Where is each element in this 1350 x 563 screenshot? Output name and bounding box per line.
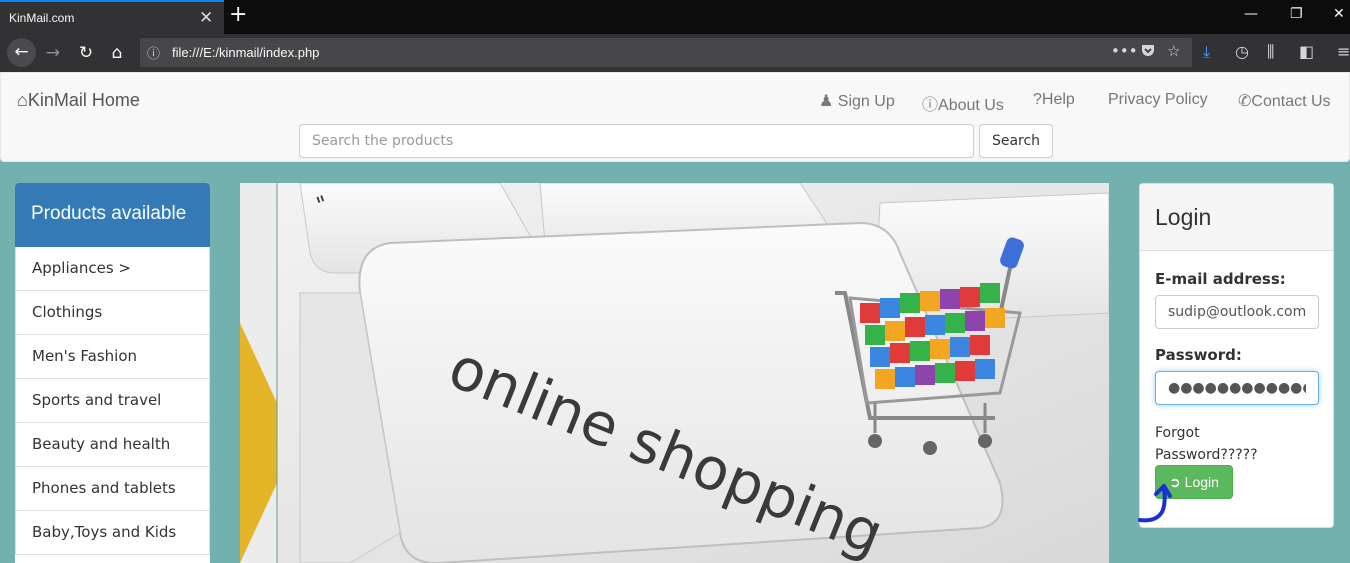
home-icon[interactable]: ⌂ (104, 40, 130, 66)
nav-contact-label: Contact Us (1251, 93, 1331, 110)
online-shopping-illustration: " online shopping (240, 183, 1109, 563)
home-icon: ⌂ (17, 90, 28, 110)
info-icon[interactable]: ⓘ (147, 43, 160, 62)
annotation-arrow-icon (1138, 484, 1172, 523)
category-item[interactable]: Appliances > (15, 247, 210, 291)
more-icon[interactable]: ••• (1111, 42, 1138, 60)
close-tab-icon[interactable]: ✕ (199, 8, 213, 28)
nav-contact[interactable]: ✆Contact Us (1238, 91, 1331, 111)
reload-icon[interactable]: ↻ (73, 40, 99, 66)
minimize-icon[interactable]: — (1244, 6, 1258, 22)
close-window-icon[interactable]: ✕ (1333, 6, 1345, 22)
email-field[interactable] (1155, 295, 1319, 329)
tab-title: KinMail.com (9, 11, 75, 25)
nav-help-label: Help (1041, 91, 1075, 108)
nav-signup-label: Sign Up (837, 93, 895, 110)
search-button[interactable]: Search (979, 124, 1053, 158)
back-icon[interactable]: ← (7, 38, 36, 67)
login-title: Login (1140, 184, 1333, 251)
library-icon[interactable]: ⫼ (1267, 42, 1274, 62)
phone-icon: ✆ (1238, 93, 1252, 110)
categories-title: Products available (15, 183, 210, 247)
nav-help[interactable]: ?Help (1033, 91, 1075, 109)
site-navbar: ⌂KinMail Home ♟ Sign Up ⓘAbout Us ?Help … (0, 72, 1350, 162)
brand-text: KinMail Home (27, 90, 140, 110)
browser-tab[interactable]: KinMail.com ✕ (0, 0, 224, 34)
category-item[interactable]: Sports and travel (15, 379, 210, 423)
nav-signup[interactable]: ♟ Sign Up (819, 91, 895, 111)
login-panel: Login E-mail address: Password: Forgot P… (1139, 183, 1334, 528)
password-field[interactable] (1155, 371, 1319, 405)
category-item[interactable]: Men's Fashion (15, 335, 210, 379)
browser-tab-bar: KinMail.com ✕ + — ❐ ✕ (0, 0, 1350, 34)
category-item[interactable]: Phones and tablets (15, 467, 210, 511)
history-icon[interactable]: ◷ (1235, 42, 1249, 61)
nav-about[interactable]: ⓘAbout Us (922, 91, 1004, 115)
category-item[interactable]: Beauty and health (15, 423, 210, 467)
forward-icon[interactable]: → (40, 40, 66, 66)
bookmark-star-icon[interactable]: ☆ (1167, 42, 1180, 60)
restore-icon[interactable]: ❐ (1290, 6, 1303, 22)
browser-toolbar: ← → ↻ ⌂ ⓘ file:///E:/kinmail/index.php •… (0, 34, 1350, 72)
category-item[interactable]: Clothings (15, 291, 210, 335)
url-bar[interactable]: ⓘ file:///E:/kinmail/index.php ••• ☆ (140, 38, 1192, 67)
category-item[interactable]: Baby,Toys and Kids (15, 511, 210, 555)
new-tab-icon[interactable]: + (229, 2, 247, 27)
sidebar-icon[interactable]: ◧ (1299, 42, 1314, 61)
nav-about-label: About Us (938, 97, 1004, 114)
password-label: Password: (1155, 346, 1242, 364)
email-label: E-mail address: (1155, 270, 1286, 288)
info-circle-icon: ⓘ (922, 97, 939, 114)
user-icon: ♟ (819, 93, 834, 110)
question-circle-icon: ? (1033, 91, 1042, 108)
forgot-password-link[interactable]: Forgot Password????? (1155, 422, 1305, 466)
search-input[interactable] (299, 124, 974, 158)
banner-image: " online shopping (240, 183, 1109, 563)
nav-privacy[interactable]: Privacy Policy (1108, 91, 1208, 109)
categories-panel: Products available Appliances > Clothing… (15, 183, 210, 563)
login-button-label: Login (1184, 473, 1219, 490)
url-text[interactable]: file:///E:/kinmail/index.php (172, 45, 319, 60)
menu-icon[interactable]: ≡ (1337, 42, 1350, 61)
brand-link[interactable]: ⌂KinMail Home (17, 90, 140, 111)
download-icon[interactable]: ⤓ (1203, 42, 1210, 62)
pocket-icon[interactable] (1140, 42, 1156, 62)
